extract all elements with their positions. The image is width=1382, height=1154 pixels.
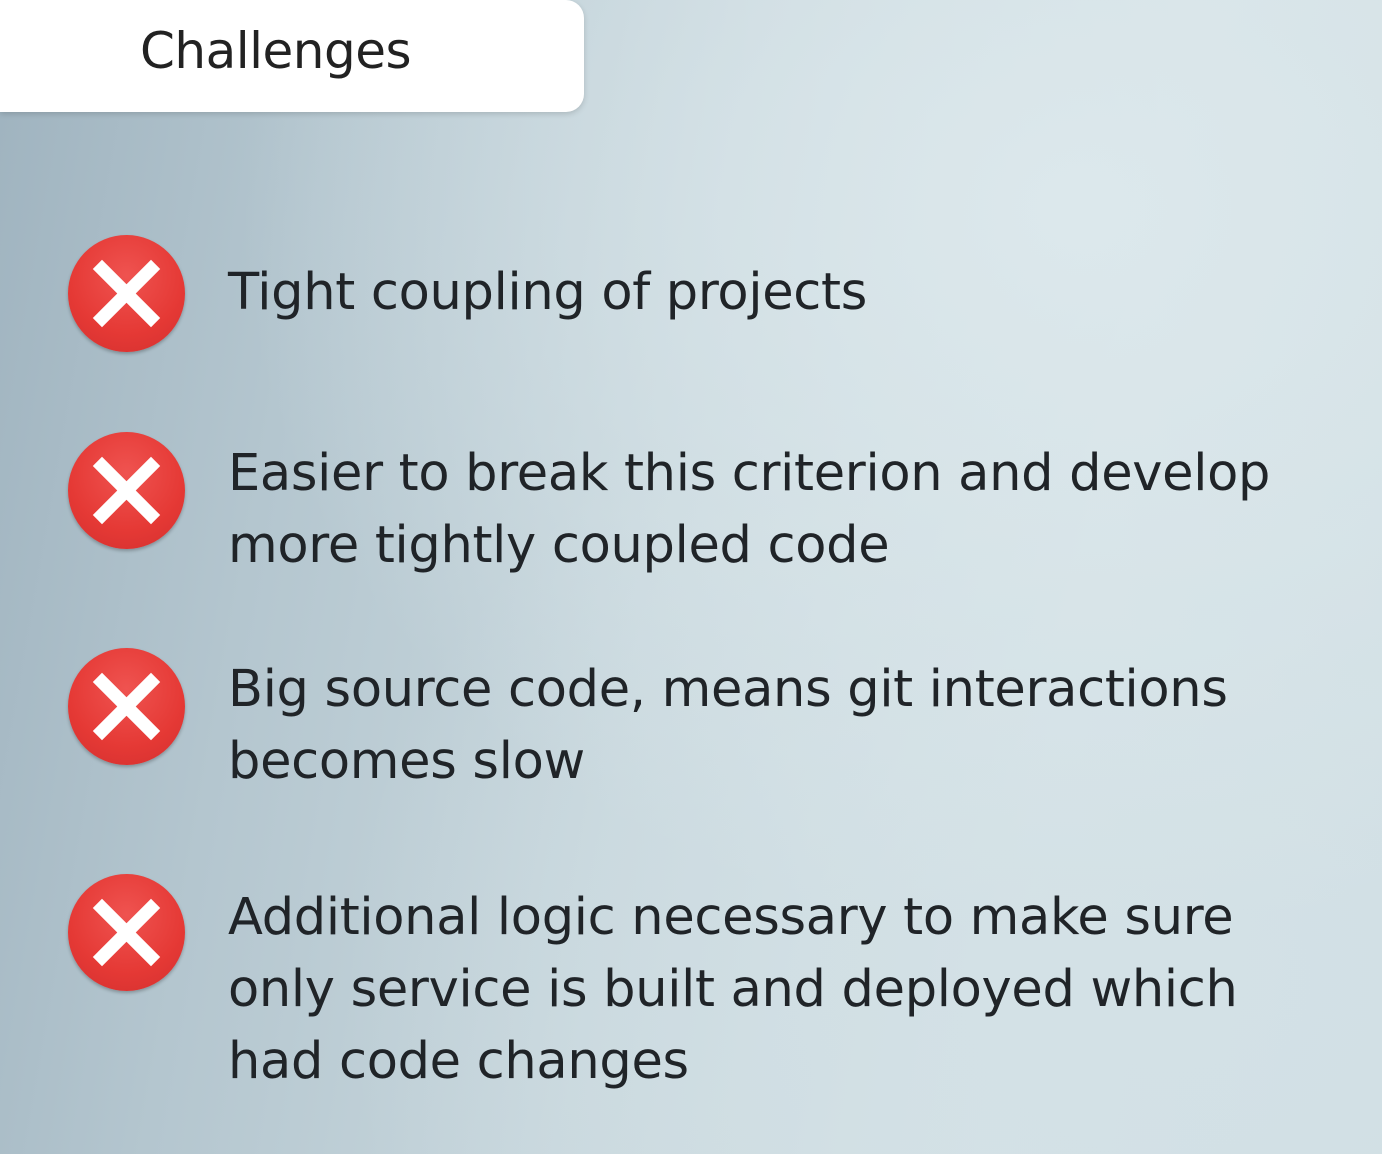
slide: Challenges Tight coupling of projects Ea…: [0, 0, 1382, 1154]
bullet-text: Tight coupling of projects: [228, 263, 867, 322]
title-box: Challenges: [0, 0, 584, 112]
x-circle-icon: [68, 432, 185, 549]
bullet-text: Easier to break this criterion and devel…: [228, 444, 1271, 575]
x-circle-icon: [68, 235, 185, 352]
x-circle-icon: [68, 874, 185, 991]
bullet-text: Big source code, means git interactions …: [228, 660, 1228, 791]
slide-title: Challenges: [140, 22, 412, 80]
bullet-text: Additional logic necessary to make sure …: [228, 888, 1238, 1091]
x-circle-icon: [68, 648, 185, 765]
